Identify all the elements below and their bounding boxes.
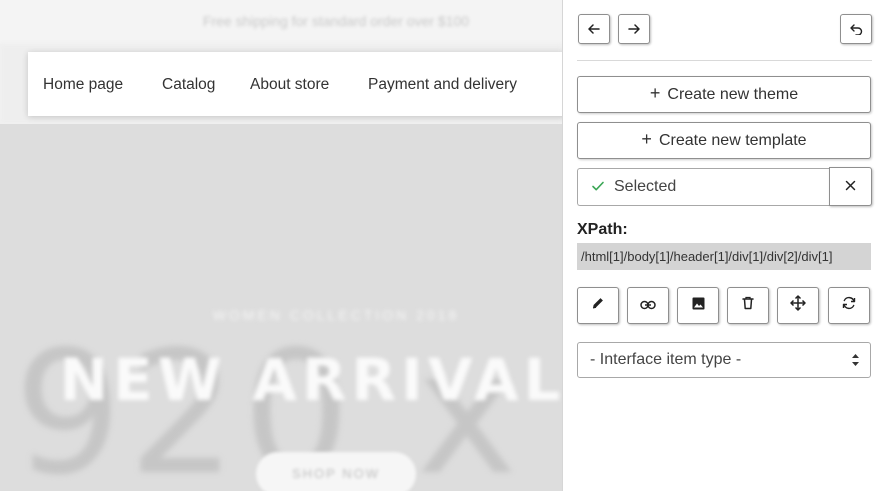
shop-now-button[interactable]: SHOP NOW xyxy=(256,452,416,491)
selected-status: Selected xyxy=(577,168,830,206)
edit-button[interactable] xyxy=(577,287,619,324)
create-new-theme-button[interactable]: + Create new theme xyxy=(577,76,871,113)
promo-bar: Free shipping for standard order over $1… xyxy=(0,0,562,44)
link-icon xyxy=(640,297,656,315)
pencil-icon xyxy=(591,296,605,315)
trash-icon xyxy=(742,296,754,315)
refresh-icon xyxy=(842,296,856,315)
nav-item-payment-delivery[interactable]: Payment and delivery xyxy=(368,76,517,94)
selected-label: Selected xyxy=(614,178,677,195)
hero-subtitle: WOMEN COLLECTION 2018 xyxy=(212,307,460,323)
hero-title: NEW ARRIVALS xyxy=(59,346,562,414)
main-navigation: Home page Catalog About store Payment an… xyxy=(28,52,562,116)
plus-icon: + xyxy=(641,128,652,149)
xpath-heading: XPath: xyxy=(577,221,628,238)
link-button[interactable] xyxy=(627,287,669,324)
nav-item-about-store[interactable]: About store xyxy=(250,76,329,94)
image-button[interactable] xyxy=(677,287,719,324)
panel-divider xyxy=(577,60,872,61)
image-icon xyxy=(692,297,705,315)
undo-icon xyxy=(849,23,863,35)
editor-panel: + Create new theme + Create new template… xyxy=(562,0,889,491)
arrow-left-icon xyxy=(588,24,600,34)
move-button[interactable] xyxy=(777,287,819,324)
website-preview: Free shipping for standard order over $1… xyxy=(0,0,562,491)
forward-button[interactable] xyxy=(618,14,650,44)
interface-item-type-select[interactable]: - Interface item type - xyxy=(577,342,871,378)
nav-item-home[interactable]: Home page xyxy=(43,76,123,94)
close-icon xyxy=(845,178,856,196)
create-new-theme-label: Create new theme xyxy=(667,85,799,103)
xpath-value: /html[1]/body[1]/header[1]/div[1]/div[2]… xyxy=(577,243,871,270)
hero-banner: 920 x 57 WOMEN COLLECTION 2018 NEW ARRIV… xyxy=(0,124,562,491)
select-arrows-icon xyxy=(851,352,860,373)
undo-button[interactable] xyxy=(840,14,872,44)
create-new-template-label: Create new template xyxy=(658,131,807,149)
check-icon xyxy=(591,179,605,198)
nav-item-catalog[interactable]: Catalog xyxy=(162,76,215,94)
back-button[interactable] xyxy=(578,14,610,44)
arrow-right-icon xyxy=(628,24,640,34)
create-new-template-button[interactable]: + Create new template xyxy=(577,122,871,159)
deselect-button[interactable] xyxy=(829,167,872,206)
promo-text: Free shipping for standard order over $1… xyxy=(202,13,470,29)
interface-item-type-value: - Interface item type - xyxy=(590,351,742,368)
reset-button[interactable] xyxy=(828,287,870,324)
plus-icon: + xyxy=(649,82,661,103)
shop-now-label: SHOP NOW xyxy=(292,466,380,481)
delete-button[interactable] xyxy=(727,287,769,324)
move-icon xyxy=(790,295,806,316)
